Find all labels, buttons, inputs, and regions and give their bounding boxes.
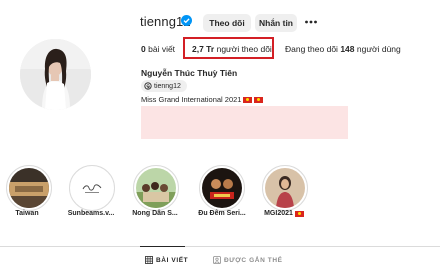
following-stat[interactable]: Đang theo dõi 148 người dùng	[285, 44, 401, 54]
follow-button[interactable]: Theo dõi	[203, 14, 251, 32]
following-prefix: Đang theo dõi	[285, 44, 338, 54]
highlight-label: Đu Đêm Seri...	[198, 210, 246, 217]
following-count: 148	[340, 44, 355, 54]
message-button[interactable]: Nhắn tin	[255, 14, 297, 32]
highlight-sunbeams[interactable]	[69, 165, 115, 211]
more-options-icon[interactable]	[304, 16, 318, 28]
tagged-person-icon	[213, 256, 221, 264]
tab-posts[interactable]: BÀI VIẾT	[145, 256, 188, 264]
grid-icon	[145, 256, 153, 264]
bio-line: Miss Grand International 2021	[141, 95, 242, 104]
posts-label: bài viết	[148, 44, 176, 54]
bio-text: Miss Grand International 2021	[141, 95, 264, 104]
highlight-label-row: MGI2021	[262, 210, 306, 217]
following-suffix: người dùng	[356, 44, 401, 54]
threads-handle: tienng12	[154, 82, 181, 90]
full-name: Nguyễn Thúc Thuỳ Tiên	[141, 68, 238, 78]
vietnam-flag-icon	[254, 96, 264, 103]
highlight-label: Nong Dân S...	[132, 210, 178, 217]
posts-stat: 0 bài viết	[141, 44, 175, 54]
verified-badge-icon	[181, 15, 192, 26]
tab-posts-label: BÀI VIẾT	[156, 256, 189, 264]
redacted-bio-area	[141, 106, 348, 139]
posts-count: 0	[141, 44, 146, 54]
vietnam-flag-icon	[243, 96, 253, 103]
tab-tagged[interactable]: ĐƯỢC GẮN THẺ	[213, 256, 283, 264]
highlight-label: Taiwan	[15, 210, 39, 217]
highlight-mgi2021[interactable]	[262, 165, 308, 211]
threads-icon	[144, 82, 152, 90]
active-tab-indicator	[140, 246, 185, 247]
highlight-label: MGI2021	[264, 210, 293, 217]
highlight-du-dem[interactable]	[199, 165, 245, 211]
tab-tagged-label: ĐƯỢC GẮN THẺ	[224, 256, 283, 264]
highlight-taiwan[interactable]	[6, 165, 52, 211]
tabs-divider	[0, 246, 440, 247]
followers-highlight-box	[183, 37, 274, 59]
vietnam-flag-icon	[294, 210, 304, 217]
threads-link[interactable]: tienng12	[141, 80, 187, 92]
highlight-label: Sunbeams.v...	[67, 210, 115, 217]
highlight-nong-dan[interactable]	[133, 165, 179, 211]
profile-avatar[interactable]	[20, 39, 91, 110]
